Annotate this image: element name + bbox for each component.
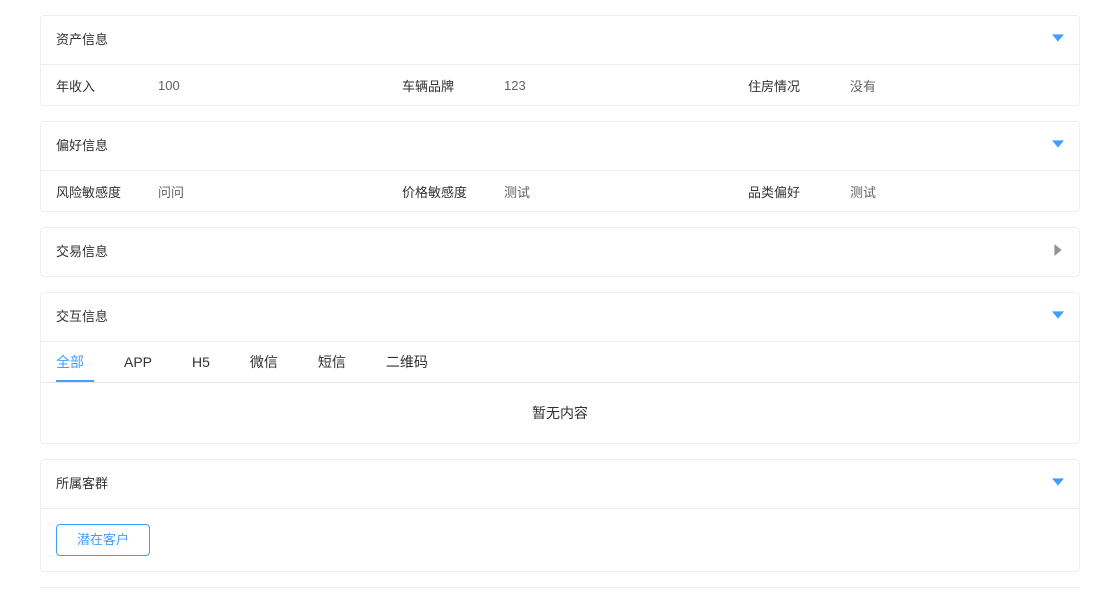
chevron-right-icon [1052,228,1064,276]
interaction-tabs: 全部 APP H5 微信 短信 二维码 [41,342,1079,383]
preference-info-panel: 偏好信息 风险敏感度 问问 价格敏感度 测试 品类偏好 测试 [40,121,1080,212]
interaction-info-header[interactable]: 交互信息 [41,293,1079,341]
preference-info-header[interactable]: 偏好信息 [41,122,1079,170]
interaction-info-body: 全部 APP H5 微信 短信 二维码 暂无内容 [41,341,1079,443]
income-label: 年收入 [41,66,158,105]
price-value: 测试 [504,172,733,211]
chevron-down-icon [1052,293,1064,341]
divider [40,587,1080,588]
income-value: 100 [158,68,387,103]
preference-info-title: 偏好信息 [56,122,108,170]
asset-info-title: 资产信息 [56,16,108,64]
asset-info-body: 年收入 100 车辆品牌 123 住房情况 没有 [41,64,1079,105]
tag-area: 潜在客户 [41,509,1079,571]
housing-label: 住房情况 [733,66,850,105]
risk-value: 问问 [158,172,387,211]
interaction-info-title: 交互信息 [56,293,108,341]
customer-group-title: 所属客群 [56,460,108,508]
interaction-empty: 暂无内容 [41,383,1079,443]
asset-info-panel: 资产信息 年收入 100 车辆品牌 123 住房情况 没有 [40,15,1080,106]
customer-tag[interactable]: 潜在客户 [56,524,150,556]
transaction-info-header[interactable]: 交易信息 [41,228,1079,276]
tab-qrcode[interactable]: 二维码 [366,342,448,382]
tab-wechat[interactable]: 微信 [230,342,298,382]
vehicle-value: 123 [504,68,733,103]
risk-label: 风险敏感度 [41,172,158,211]
preference-row: 风险敏感度 问问 价格敏感度 测试 品类偏好 测试 [41,171,1079,211]
tab-app[interactable]: APP [104,342,172,382]
chevron-down-icon [1052,122,1064,170]
customer-group-panel: 所属客群 潜在客户 [40,459,1080,572]
price-label: 价格敏感度 [387,172,504,211]
customer-group-header[interactable]: 所属客群 [41,460,1079,508]
asset-row: 年收入 100 车辆品牌 123 住房情况 没有 [41,65,1079,105]
vehicle-label: 车辆品牌 [387,66,504,105]
chevron-down-icon [1052,460,1064,508]
category-label: 品类偏好 [733,172,850,211]
tab-all[interactable]: 全部 [56,342,104,382]
transaction-info-title: 交易信息 [56,228,108,276]
transaction-info-panel: 交易信息 [40,227,1080,277]
interaction-info-panel: 交互信息 全部 APP H5 微信 短信 二维码 暂无内容 [40,292,1080,444]
asset-info-header[interactable]: 资产信息 [41,16,1079,64]
tab-sms[interactable]: 短信 [298,342,366,382]
preference-info-body: 风险敏感度 问问 价格敏感度 测试 品类偏好 测试 [41,170,1079,211]
chevron-down-icon [1052,16,1064,64]
category-value: 测试 [850,172,1079,211]
housing-value: 没有 [850,66,1079,105]
tab-h5[interactable]: H5 [172,342,230,382]
